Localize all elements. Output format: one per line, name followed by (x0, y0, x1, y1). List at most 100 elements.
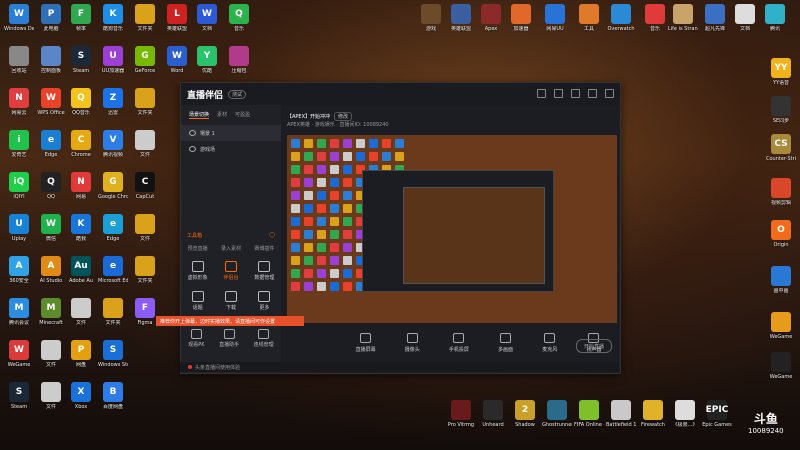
desktop-icon[interactable]: P 此电脑 (36, 4, 66, 36)
desktop-icon[interactable]: G GeForce (130, 46, 160, 78)
desktop-icon[interactable]: W 文档 (192, 4, 222, 36)
desktop-icon[interactable]: K 酷狗音乐 (98, 4, 128, 36)
desktop-icon[interactable]: 回收站 (4, 46, 34, 78)
desktop-icon[interactable]: 文件 (66, 298, 96, 330)
desktop-icon[interactable]: 加速器 (506, 4, 536, 36)
desktop-icon[interactable]: M Minecraft (36, 298, 66, 330)
tools-tab-2[interactable]: 录入素材 (221, 245, 241, 252)
desktop-icon[interactable]: Battlefield 1 (606, 400, 636, 432)
eye-icon[interactable] (189, 130, 196, 136)
desktop-icon[interactable]: Q QQ音乐 (66, 88, 96, 120)
desktop-icon[interactable]: O Origin (766, 220, 796, 252)
desktop-icon[interactable]: EPIC Epic Games (702, 400, 732, 432)
desktop-icon[interactable]: S Steam (66, 46, 96, 78)
desktop-icon[interactable]: 网易UU (540, 4, 570, 36)
desktop-icon[interactable]: G Google Chrome (98, 172, 128, 204)
desktop-icon[interactable]: 音乐 (640, 4, 670, 36)
desktop-icon[interactable]: 画中画 (766, 266, 796, 298)
desktop-icon[interactable]: WeGame (766, 312, 796, 344)
collapse-icon[interactable]: ◯ (269, 232, 275, 238)
desktop-icon[interactable]: 文件夹 (98, 298, 128, 330)
scene-item-2[interactable]: 游戏场 (181, 141, 281, 157)
desktop-icon[interactable]: 文件 (36, 382, 66, 414)
tool-item[interactable]: 数据管理 (248, 261, 281, 281)
desktop-icon[interactable]: W WPS Office (36, 88, 66, 120)
desktop-icon[interactable]: e Microsoft Edge (98, 256, 128, 288)
tool-item[interactable]: 虚拟形象 (181, 261, 214, 281)
desktop-icon[interactable]: WeGame (766, 352, 796, 384)
desktop-icon[interactable]: 文件夹 (130, 256, 160, 288)
desktop-icon[interactable]: W WeGame (4, 340, 34, 372)
desktop-icon[interactable]: e Edge (98, 214, 128, 246)
desktop-icon[interactable]: F 帧率 (66, 4, 96, 36)
close-icon[interactable] (605, 89, 614, 98)
desktop-icon[interactable]: 超凡先锋 (700, 4, 730, 36)
notice-banner[interactable]: 推荐你开上弹幕，边时实播效果，请直播间可作设置 (156, 316, 304, 326)
desktop-icon[interactable]: 压缩包 (224, 46, 254, 78)
bottom-tool-button[interactable]: 手机投屏 (449, 333, 469, 353)
desktop-icon[interactable]: SE同步 (766, 96, 796, 128)
scene-item-1[interactable]: 場景 1 (181, 125, 281, 141)
live-assistant-window[interactable]: 直播伴侣 测试 场景切换 素材 可盈盈 場景 1 游戏场 工具箱 ◯ 预览直播 … (180, 82, 621, 374)
stream-title[interactable]: 【APEX】开始冲冲 (287, 113, 330, 120)
tab-other[interactable]: 可盈盈 (235, 111, 250, 119)
desktop-icon[interactable]: 文件夹 (130, 4, 160, 36)
desktop-icon[interactable]: X Xbox (66, 382, 96, 414)
assistant-button[interactable]: 直播助手 (219, 329, 239, 348)
desktop-icon[interactable]: Apex (476, 4, 506, 36)
desktop-icon[interactable]: e Edge (36, 130, 66, 162)
desktop-icon[interactable]: iQ iQIYI (4, 172, 34, 204)
desktop-icon[interactable]: U Uplay (4, 214, 34, 246)
bottom-tool-button[interactable]: 麦克风 (542, 333, 557, 353)
desktop-icon[interactable]: Au Adobe Au (66, 256, 96, 288)
start-live-button[interactable]: 开始直播 (576, 339, 612, 353)
desktop-icon[interactable]: P 网盘 (66, 340, 96, 372)
desktop-icon[interactable]: 文件 (130, 214, 160, 246)
tool-item[interactable]: 伴侣台 (214, 261, 247, 281)
minimize-icon[interactable] (571, 89, 580, 98)
desktop-icon[interactable]: CS Counter-Strike Global Off... (766, 134, 796, 166)
tools-tab-1[interactable]: 预览直播 (188, 245, 208, 252)
link-button[interactable]: 连线管理 (254, 329, 274, 348)
maximize-icon[interactable] (588, 89, 597, 98)
desktop-icon[interactable]: C CapCut (130, 172, 160, 204)
desktop-icon[interactable]: U UU加速器 (98, 46, 128, 78)
desktop-icon[interactable]: W Windows Defender (4, 4, 34, 36)
desktop-icon[interactable]: V 腾讯视频 (98, 130, 128, 162)
desktop-icon[interactable]: Z 迅雷 (98, 88, 128, 120)
bottom-tool-button[interactable]: 多画面 (498, 333, 513, 353)
eye-icon[interactable] (189, 146, 196, 152)
desktop-icon[interactable]: C Chrome (66, 130, 96, 162)
desktop-icon[interactable]: 2 Shadow (510, 400, 540, 432)
desktop-icon[interactable]: 文件 (36, 340, 66, 372)
desktop-icon[interactable]: N 网易 (66, 172, 96, 204)
tools-tab-3[interactable]: 赛博插件 (254, 245, 274, 252)
tab-scenes[interactable]: 场景切换 (189, 111, 210, 119)
desktop-icon[interactable]: i 爱奇艺 (4, 130, 34, 162)
desktop-icon[interactable]: A AI Studio (36, 256, 66, 288)
desktop-icon[interactable]: Q 音乐 (224, 4, 254, 36)
desktop-icon[interactable]: Q QQ (36, 172, 66, 204)
desktop-icon[interactable]: Firewatch (638, 400, 668, 432)
desktop-icon[interactable]: Pro Vitrmg (446, 400, 476, 432)
tool-item[interactable]: 话题 (181, 291, 214, 311)
desktop-icon[interactable]: Life is Strange (668, 4, 698, 36)
tool-item[interactable]: 更多 (248, 291, 281, 311)
desktop-icon[interactable]: S Steam (4, 382, 34, 414)
desktop-icon[interactable]: 控制面板 (36, 46, 66, 78)
desktop-icon[interactable]: 《极限...》 (670, 400, 700, 432)
desktop-icon[interactable]: YY YY语音 (766, 58, 796, 90)
bottom-tool-button[interactable]: 直播屏幕 (356, 333, 376, 353)
desktop-icon[interactable]: 游戏 (416, 4, 446, 36)
desktop-icon[interactable]: N 网易云 (4, 88, 34, 120)
settings-icon[interactable] (537, 89, 546, 98)
tool-item[interactable]: 下载 (214, 291, 247, 311)
desktop-icon[interactable]: W 微信 (36, 214, 66, 246)
desktop-icon[interactable]: B 百度网盘 (98, 382, 128, 414)
desktop-icon[interactable]: 文档 (730, 4, 760, 36)
desktop-icon[interactable]: 视频剪辑 (766, 178, 796, 210)
stream-preview[interactable] (287, 135, 617, 323)
desktop-icon[interactable]: Overwatch (606, 4, 636, 36)
desktop-icon[interactable]: M 腾讯会议 (4, 298, 34, 330)
desktop-icon[interactable]: FIFA Online 4 (574, 400, 604, 432)
